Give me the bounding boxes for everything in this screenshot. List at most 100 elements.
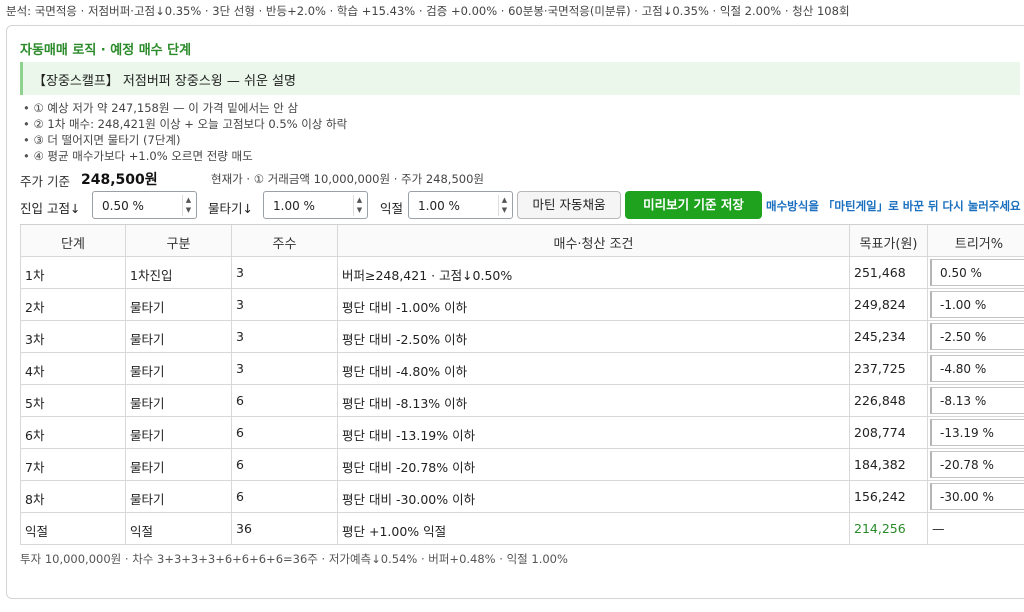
entry-drop-value: 0.50 %	[102, 199, 144, 213]
stage-cell: 익절	[20, 513, 126, 544]
target-price-cell: 245,234	[850, 321, 928, 352]
column-header-condition: 매수·청산 조건	[338, 225, 850, 256]
condition-cell: 버퍼≥248,421 · 고점↓0.50%	[338, 257, 850, 288]
trigger-cell: -1.00 %	[928, 289, 1024, 320]
condition-cell: 평단 대비 -1.00% 이하	[338, 289, 850, 320]
column-header-qty: 주수	[232, 225, 338, 256]
qty-cell: 6	[232, 385, 338, 416]
trigger-cell: -4.80 %	[928, 353, 1024, 384]
table-row: 5차 물타기 6 평단 대비 -8.13% 이하 226,848 -8.13 %	[20, 385, 1024, 417]
exit-row: 익절 익절 36 평단 +1.00% 익절 214,256 —	[20, 513, 1024, 545]
take-profit-value: 1.00 %	[418, 199, 460, 213]
trigger-input[interactable]: -30.00 %	[930, 483, 1024, 510]
stage-cell: 8차	[20, 481, 126, 512]
qty-cell: 6	[232, 449, 338, 480]
take-profit-input[interactable]: 1.00 % ▲ ▼	[408, 191, 513, 219]
kind-cell: 물타기	[126, 321, 232, 352]
price-basis-value: 248,500원	[81, 172, 158, 188]
target-price-cell: 184,382	[850, 449, 928, 480]
target-price-cell: 226,848	[850, 385, 928, 416]
table-row: 8차 물타기 6 평단 대비 -30.00% 이하 156,242 -30.00…	[20, 481, 1024, 513]
spin-up-icon[interactable]: ▲	[354, 195, 365, 205]
strategy-explain-title: 【장중스캘프】 저점버퍼 장중스윙 — 쉬운 설명	[33, 74, 296, 89]
price-basis-label: 주가 기준	[20, 174, 70, 189]
kind-cell: 물타기	[126, 449, 232, 480]
take-profit-spinner[interactable]: ▲ ▼	[498, 195, 510, 216]
strategy-steps-list: ① 예상 저가 약 247,158원 — 이 가격 밑에서는 안 삼 ② 1차 …	[23, 100, 347, 164]
trigger-input[interactable]: -20.78 %	[930, 451, 1024, 478]
qty-cell: 3	[232, 353, 338, 384]
qty-cell: 6	[232, 417, 338, 448]
price-basis-note: 현재가 · ① 거래금액 10,000,000원 · 주가 248,500원	[211, 172, 484, 186]
spin-up-icon[interactable]: ▲	[183, 195, 194, 205]
stage-cell: 6차	[20, 417, 126, 448]
condition-cell: 평단 대비 -30.00% 이하	[338, 481, 850, 512]
kind-cell: 물타기	[126, 353, 232, 384]
target-price-cell: 208,774	[850, 417, 928, 448]
trigger-cell: -2.50 %	[928, 321, 1024, 352]
target-price-cell: 156,242	[850, 481, 928, 512]
trigger-cell: 0.50 %	[928, 257, 1024, 288]
martin-autofill-button[interactable]: 마틴 자동채움	[517, 191, 621, 219]
entry-drop-spinner[interactable]: ▲ ▼	[182, 195, 194, 216]
target-price-cell: 237,725	[850, 353, 928, 384]
kind-cell: 물타기	[126, 417, 232, 448]
table-header-row: 단계 구분 주수 매수·청산 조건 목표가(원) 트리거%	[20, 225, 1024, 257]
save-preview-button[interactable]: 미리보기 기준 저장	[625, 191, 762, 219]
table-row: 2차 물타기 3 평단 대비 -1.00% 이하 249,824 -1.00 %	[20, 289, 1024, 321]
kind-cell: 물타기	[126, 289, 232, 320]
trigger-cell: -20.78 %	[928, 449, 1024, 480]
trigger-input[interactable]: -4.80 %	[930, 355, 1024, 382]
kind-cell: 물타기	[126, 385, 232, 416]
stage-cell: 7차	[20, 449, 126, 480]
entry-drop-input[interactable]: 0.50 % ▲ ▼	[92, 191, 197, 219]
stage-cell: 2차	[20, 289, 126, 320]
stage-cell: 3차	[20, 321, 126, 352]
panel-title: 자동매매 로직 · 예정 매수 단계	[20, 43, 192, 58]
stage-cell: 5차	[20, 385, 126, 416]
trigger-input[interactable]: -2.50 %	[930, 323, 1024, 350]
trigger-cell: -13.19 %	[928, 417, 1024, 448]
spin-down-icon[interactable]: ▼	[499, 205, 510, 215]
trigger-input[interactable]: -13.19 %	[930, 419, 1024, 446]
trigger-cell: —	[932, 521, 945, 536]
spin-up-icon[interactable]: ▲	[499, 195, 510, 205]
spin-down-icon[interactable]: ▼	[354, 205, 365, 215]
target-price-cell: 249,824	[850, 289, 928, 320]
table-row: 4차 물타기 3 평단 대비 -4.80% 이하 237,725 -4.80 %	[20, 353, 1024, 385]
analysis-summary-bar: 분석: 국면적응 · 저점버퍼·고점↓0.35% · 3단 선형 · 반등+2.…	[6, 4, 850, 18]
stage-cell: 4차	[20, 353, 126, 384]
kind-cell: 익절	[126, 513, 232, 544]
investment-summary-footer: 투자 10,000,000원 · 차수 3+3+3+3+6+6+6+6=36주 …	[20, 552, 568, 566]
water-drop-spinner[interactable]: ▲ ▼	[353, 195, 365, 216]
trigger-cell: -8.13 %	[928, 385, 1024, 416]
trigger-input[interactable]: -1.00 %	[930, 291, 1024, 318]
qty-cell: 3	[232, 289, 338, 320]
table-row: 6차 물타기 6 평단 대비 -13.19% 이하 208,774 -13.19…	[20, 417, 1024, 449]
water-drop-value: 1.00 %	[273, 199, 315, 213]
kind-cell: 1차진입	[126, 257, 232, 288]
auto-trading-panel: 자동매매 로직 · 예정 매수 단계 【장중스캘프】 저점버퍼 장중스윙 — 쉬…	[6, 25, 1024, 599]
martingale-hint-link[interactable]: 매수방식을 「마틴게일」로 바꾼 뒤 다시 눌러주세요	[766, 198, 1021, 214]
water-drop-input[interactable]: 1.00 % ▲ ▼	[263, 191, 368, 219]
qty-cell: 3	[232, 257, 338, 288]
qty-cell: 36	[232, 513, 338, 544]
entry-drop-label: 진입 고점↓	[20, 201, 81, 216]
take-profit-label: 익절	[380, 201, 404, 216]
stage-cell: 1차	[20, 257, 126, 288]
trigger-input[interactable]: 0.50 %	[930, 259, 1024, 286]
condition-cell: 평단 대비 -4.80% 이하	[338, 353, 850, 384]
table-row: 3차 물타기 3 평단 대비 -2.50% 이하 245,234 -2.50 %	[20, 321, 1024, 353]
trigger-cell: -30.00 %	[928, 481, 1024, 512]
condition-cell: 평단 대비 -8.13% 이하	[338, 385, 850, 416]
trigger-input[interactable]: -8.13 %	[930, 387, 1024, 414]
spin-down-icon[interactable]: ▼	[183, 205, 194, 215]
qty-cell: 3	[232, 321, 338, 352]
column-header-trigger: 트리거%	[954, 237, 1004, 252]
condition-cell: 평단 +1.00% 익절	[338, 513, 850, 544]
condition-cell: 평단 대비 -20.78% 이하	[338, 449, 850, 480]
qty-cell: 6	[232, 481, 338, 512]
strategy-step: ④ 평균 매수가보다 +1.0% 오르면 전량 매도	[23, 148, 347, 164]
condition-cell: 평단 대비 -13.19% 이하	[338, 417, 850, 448]
column-header-stage: 단계	[20, 225, 126, 256]
